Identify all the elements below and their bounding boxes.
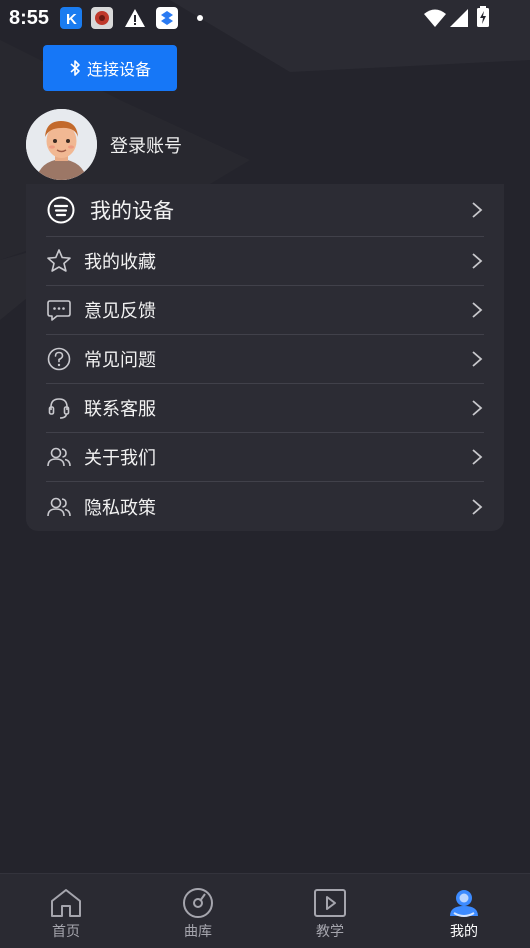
menu-item-about-us[interactable]: 关于我们 — [46, 433, 484, 482]
status-time: 8:55 — [9, 7, 50, 29]
home-icon — [48, 886, 84, 920]
star-icon — [46, 248, 72, 274]
nav-tab-library[interactable]: 曲库 — [132, 874, 264, 948]
menu-item-label: 联系客服 — [84, 399, 156, 420]
menu-item-customer-service[interactable]: 联系客服 — [46, 384, 484, 433]
bottom-nav: 首页 曲库 教学 我的 — [0, 873, 530, 948]
chevron-right-icon — [472, 400, 483, 416]
status-bar: 8:55 K — [0, 0, 530, 36]
nav-label: 教学 — [316, 924, 344, 940]
users-icon — [46, 444, 72, 470]
battery-charging-icon — [477, 6, 489, 27]
nav-tab-teaching[interactable]: 教学 — [264, 874, 396, 948]
mine-screen: 8:55 K 连接设备 登录账号 我的设备 我的收藏 意见反馈 常见问题 联系客… — [0, 0, 530, 948]
nav-tab-mine[interactable]: 我的 — [398, 874, 530, 948]
nav-label: 首页 — [52, 924, 80, 940]
connect-device-label: 连接设备 — [86, 60, 151, 79]
connect-device-button[interactable]: 连接设备 — [43, 45, 177, 91]
play-video-icon — [312, 886, 348, 920]
menu-item-my-devices[interactable]: 我的设备 — [46, 184, 484, 237]
warning-icon — [124, 7, 146, 29]
login-account-link[interactable]: 登录账号 — [110, 132, 182, 158]
chevron-right-icon — [472, 498, 483, 515]
dot-icon — [192, 7, 214, 29]
device-list-icon — [46, 195, 76, 225]
menu-item-favorites[interactable]: 我的收藏 — [46, 237, 484, 286]
user-avatar[interactable] — [26, 109, 97, 180]
disc-icon — [180, 886, 216, 920]
nav-tab-home[interactable]: 首页 — [0, 874, 132, 948]
chevron-right-icon — [472, 449, 483, 465]
users-icon — [46, 494, 72, 520]
menu-item-feedback[interactable]: 意见反馈 — [46, 286, 484, 335]
menu-item-label: 常见问题 — [84, 350, 156, 371]
menu-item-faq[interactable]: 常见问题 — [46, 335, 484, 384]
chevron-right-icon — [472, 302, 483, 318]
menu-item-label: 意见反馈 — [84, 301, 156, 322]
headset-icon — [46, 395, 72, 421]
menu-item-label: 我的设备 — [90, 199, 174, 223]
layers-app-icon — [156, 7, 178, 29]
k-app-icon: K — [60, 7, 82, 29]
bluetooth-icon — [70, 60, 80, 76]
chevron-right-icon — [472, 351, 483, 367]
menu-item-label: 我的收藏 — [84, 252, 156, 273]
nav-label: 我的 — [450, 924, 478, 940]
profile-icon — [446, 886, 482, 920]
chevron-right-icon — [472, 253, 483, 269]
question-icon — [46, 346, 72, 372]
signal-icon — [450, 9, 468, 27]
chat-bubble-icon — [46, 297, 72, 323]
chevron-right-icon — [472, 202, 483, 218]
nav-label: 曲库 — [184, 924, 212, 940]
menu-item-label: 关于我们 — [84, 448, 156, 469]
wifi-icon — [424, 9, 446, 27]
svg-text:K: K — [66, 11, 77, 28]
red-app-icon — [91, 7, 113, 29]
menu-card: 我的设备 我的收藏 意见反馈 常见问题 联系客服 关于我们 隐私政策 — [26, 184, 504, 531]
menu-item-privacy-policy[interactable]: 隐私政策 — [46, 482, 484, 531]
menu-item-label: 隐私政策 — [84, 497, 156, 519]
